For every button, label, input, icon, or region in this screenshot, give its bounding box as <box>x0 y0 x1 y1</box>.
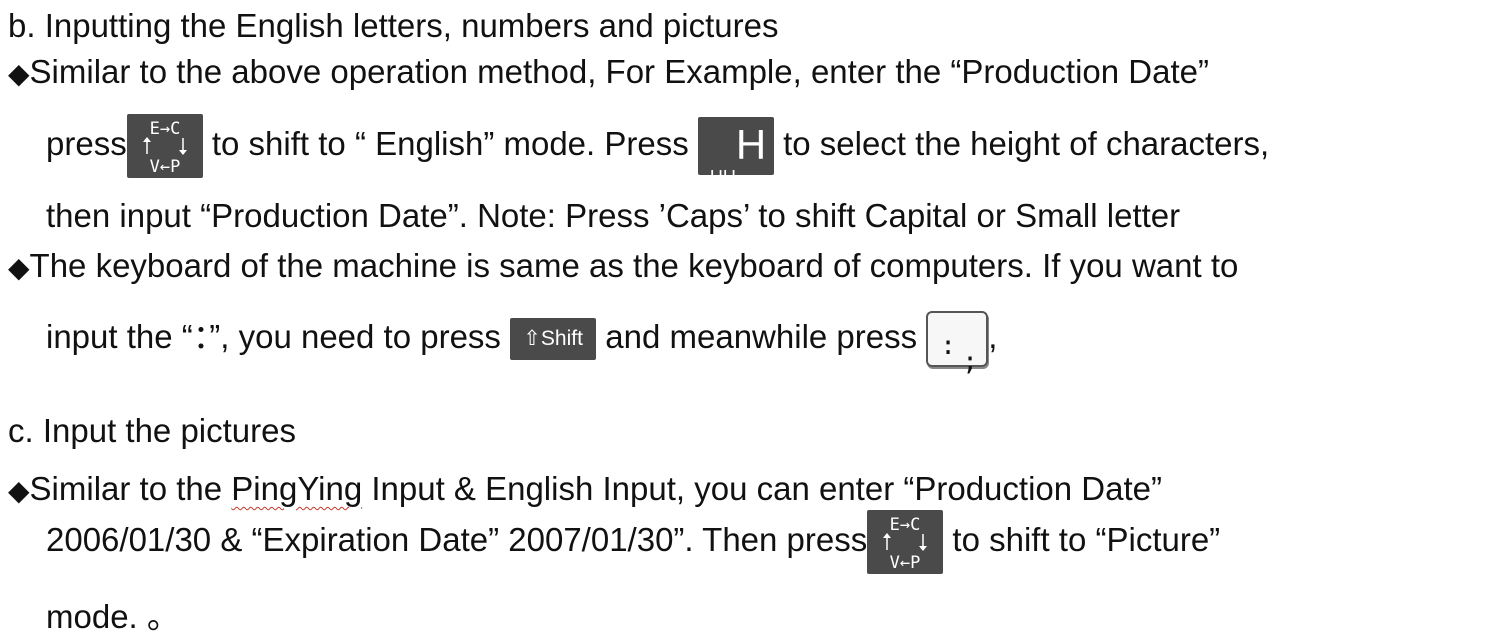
svg-text:E→C: E→C <box>890 515 921 535</box>
text-span: , <box>988 318 998 355</box>
text-span: input the “：”, you need to press <box>46 318 511 355</box>
text-span: The keyboard of the machine is same as t… <box>29 247 1239 284</box>
text-span: Similar to the above operation method, F… <box>29 53 1209 90</box>
svg-text:E→C: E→C <box>149 119 180 139</box>
key-top-symbol: : <box>940 331 956 362</box>
paragraph-1-line-2: press E→C V←P to shift to “ English” mod… <box>46 112 1270 187</box>
ec-mode-key-icon: E→C V←P <box>867 510 944 575</box>
text-span: and meanwhile press <box>596 318 927 355</box>
paragraph-1-line-1: ◆Similar to the above operation method, … <box>8 52 1209 94</box>
paragraph-3-line-1: ◆Similar to the PingYing Input & English… <box>8 469 1162 511</box>
bullet-icon: ◆ <box>8 474 30 507</box>
bullet-icon: ◆ <box>8 251 30 284</box>
svg-text:V←P: V←P <box>890 553 921 573</box>
key-bottom-symbol: ; <box>962 347 978 378</box>
ec-mode-key-icon: E→C V←P <box>126 114 203 179</box>
key-big-text: H <box>735 121 767 169</box>
paragraph-2-line-2: input the “：”, you need to press ⇧Shift … <box>46 306 998 377</box>
paragraph-1-line-3: then input “Production Date”. Note: Pres… <box>46 197 1181 234</box>
text-span: Similar to the <box>29 470 232 507</box>
shift-key-icon: ⇧Shift <box>510 318 597 361</box>
text-span: to shift to “ English” mode. Press <box>202 125 698 162</box>
colon-semicolon-key-icon: :; <box>926 311 989 377</box>
paragraph-3-line-2: 2006/01/30 & “Expiration Date” 2007/01/3… <box>46 508 1221 575</box>
text-span: Input & English Input, you can enter “Pr… <box>362 470 1162 507</box>
text-span: 2006/01/30 & “Expiration Date” 2007/01/3… <box>46 521 868 558</box>
text-span: to select the height of characters, <box>773 125 1270 162</box>
heading-c: c. Input the pictures <box>8 412 296 449</box>
paragraph-3-line-3: mode. 。 <box>46 598 180 635</box>
spellcheck-word: PingYing <box>231 470 363 507</box>
text-span: press <box>46 125 127 162</box>
character-height-key-icon: HH H <box>697 117 774 187</box>
heading-b: b. Inputting the English letters, number… <box>8 7 779 44</box>
paragraph-2-line-1: ◆The keyboard of the machine is same as … <box>8 246 1238 288</box>
bullet-icon: ◆ <box>8 57 30 90</box>
svg-text:V←P: V←P <box>149 157 180 177</box>
text-span: to shift to “Picture” <box>943 521 1221 558</box>
